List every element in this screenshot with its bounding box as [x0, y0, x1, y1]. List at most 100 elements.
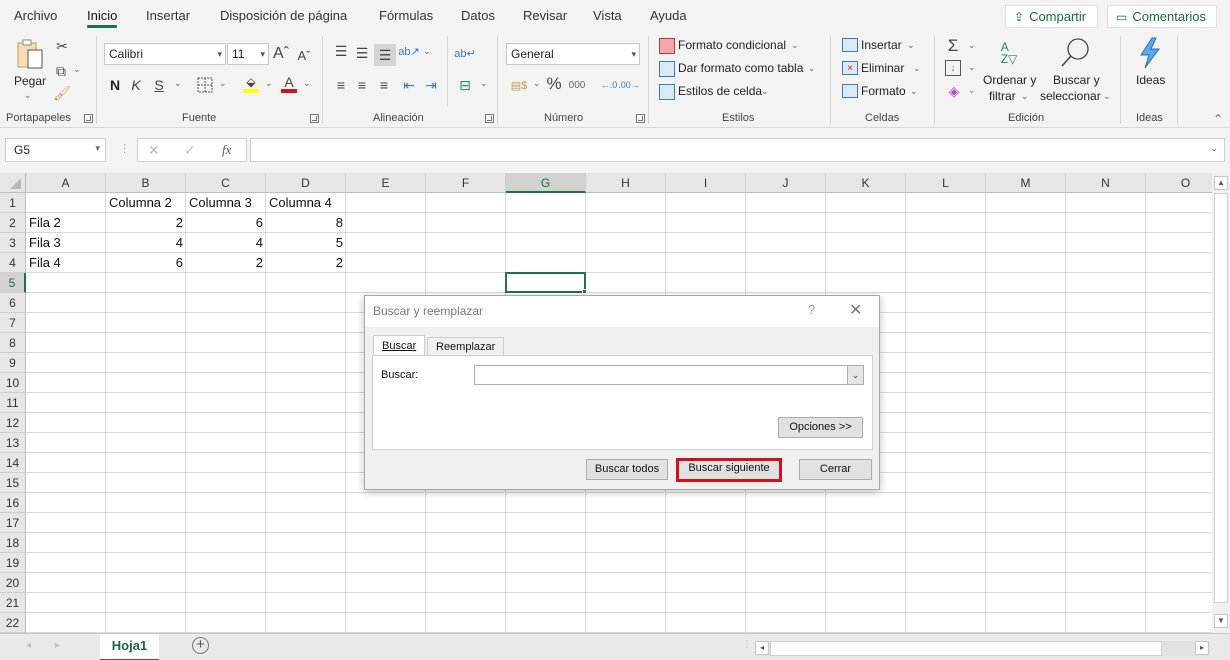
tab-revisar[interactable]: Revisar [523, 8, 567, 23]
align-left-icon[interactable]: ≡ [333, 76, 349, 94]
chevron-down-icon[interactable]: ⌄ [808, 63, 816, 74]
row-header-4[interactable]: 4 [0, 253, 26, 273]
accounting-chevron-icon[interactable]: ⌄ [533, 78, 541, 89]
row-header-14[interactable]: 14 [0, 453, 26, 473]
cell-C1[interactable]: Columna 3 [186, 193, 266, 213]
cell-A4[interactable]: Fila 4 [26, 253, 106, 273]
row-header-21[interactable]: 21 [0, 593, 26, 613]
collapse-ribbon-icon[interactable]: ⌃ [1213, 112, 1223, 126]
cell-B3[interactable]: 4 [106, 233, 186, 253]
column-header-I[interactable]: I [666, 173, 746, 193]
row-header-7[interactable]: 7 [0, 313, 26, 333]
italic-button[interactable]: K [128, 76, 144, 94]
column-header-G[interactable]: G [506, 173, 586, 193]
find-select-icon[interactable] [1058, 36, 1092, 70]
find-select-label-1[interactable]: Buscar y [1053, 73, 1100, 87]
column-header-M[interactable]: M [986, 173, 1066, 193]
font-size-combo[interactable]: 11 ▾ [227, 43, 269, 65]
cell-A2[interactable]: Fila 2 [26, 213, 106, 233]
find-next-button[interactable]: Buscar siguiente [676, 458, 782, 482]
insert-function-icon[interactable]: fx [222, 142, 231, 158]
find-input[interactable]: ⌄ [474, 365, 864, 385]
font-name-combo[interactable]: Calibri ▾ [104, 43, 226, 65]
fill-color-chevron-icon[interactable]: ⌄ [265, 78, 273, 89]
delete-cells-button[interactable]: Eliminar [861, 61, 904, 75]
row-header-6[interactable]: 6 [0, 293, 26, 313]
row-header-13[interactable]: 13 [0, 433, 26, 453]
chevron-down-icon[interactable]: ⌄ [1021, 91, 1029, 102]
align-middle-icon[interactable]: ☰ [354, 44, 370, 62]
share-button[interactable]: ⇪ Compartir [1005, 5, 1098, 28]
find-select-label-2[interactable]: seleccionar [1040, 89, 1101, 103]
row-header-20[interactable]: 20 [0, 573, 26, 593]
paste-icon[interactable] [14, 38, 46, 72]
column-header-D[interactable]: D [266, 173, 346, 193]
tab-archivo[interactable]: Archivo [14, 8, 57, 23]
font-color-chevron-icon[interactable]: ⌄ [303, 78, 311, 89]
align-bottom-icon[interactable]: ☰ [374, 44, 396, 66]
close-button[interactable]: Cerrar [799, 459, 872, 480]
sort-filter-icon[interactable]: A Z▽ [992, 38, 1026, 68]
chevron-down-icon[interactable]: ⌄ [968, 40, 976, 51]
row-header-2[interactable]: 2 [0, 213, 26, 233]
column-header-H[interactable]: H [586, 173, 666, 193]
accounting-format-icon[interactable]: ▤$ [508, 76, 530, 94]
align-right-icon[interactable]: ≡ [376, 76, 392, 94]
format-as-table-button[interactable]: Dar formato como tabla [678, 61, 803, 75]
fill-icon[interactable]: ↓ [945, 60, 961, 76]
row-header-16[interactable]: 16 [0, 493, 26, 513]
scroll-right-icon[interactable]: ▸ [1195, 641, 1209, 655]
format-painter-icon[interactable]: 🖌 [53, 84, 71, 102]
column-header-E[interactable]: E [346, 173, 426, 193]
chevron-down-icon[interactable]: ⌄ [791, 40, 799, 51]
bold-button[interactable]: N [107, 76, 123, 94]
comments-button[interactable]: ▭ Comentarios [1107, 5, 1217, 28]
column-header-O[interactable]: O [1146, 173, 1212, 193]
align-top-icon[interactable]: ☰ [333, 42, 349, 60]
row-header-1[interactable]: 1 [0, 193, 26, 213]
tab-inicio[interactable]: Inicio [87, 8, 118, 28]
copy-chevron-icon[interactable]: ⌄ [73, 64, 81, 75]
number-launcher-icon[interactable] [636, 114, 645, 123]
increase-decimal-icon[interactable]: ←.0 [600, 76, 618, 94]
wrap-text-icon[interactable]: ab↵ [454, 42, 475, 64]
borders-chevron-icon[interactable]: ⌄ [219, 78, 227, 89]
column-header-L[interactable]: L [906, 173, 986, 193]
underline-chevron-icon[interactable]: ⌄ [174, 78, 182, 89]
scroll-down-icon[interactable]: ▼ [1214, 614, 1228, 628]
sort-filter-label-1[interactable]: Ordenar y [983, 73, 1036, 87]
column-header-B[interactable]: B [106, 173, 186, 193]
row-header-17[interactable]: 17 [0, 513, 26, 533]
orientation-icon[interactable]: ab↗ [398, 42, 419, 60]
merge-center-icon[interactable]: ⊟ [455, 76, 475, 94]
chevron-down-icon[interactable]: ⌄ [1103, 91, 1111, 102]
increase-indent-icon[interactable]: ⇥ [422, 76, 440, 94]
merge-chevron-icon[interactable]: ⌄ [480, 78, 488, 89]
formula-input[interactable]: ⌄ [250, 138, 1225, 162]
find-history-chevron-icon[interactable]: ⌄ [847, 366, 863, 384]
ideas-button[interactable]: Ideas [1136, 73, 1165, 87]
tab-disposicion[interactable]: Disposición de página [220, 8, 347, 23]
cell-C3[interactable]: 4 [186, 233, 266, 253]
cancel-icon[interactable]: ✕ [148, 142, 160, 159]
cell-D4[interactable]: 2 [266, 253, 346, 273]
borders-icon[interactable] [196, 76, 214, 94]
row-header-3[interactable]: 3 [0, 233, 26, 253]
horizontal-scroll-thumb[interactable] [770, 641, 1162, 656]
tab-replace[interactable]: Reemplazar [427, 337, 505, 356]
cell-C4[interactable]: 2 [186, 253, 266, 273]
options-button[interactable]: Opciones >> [778, 417, 863, 438]
tab-ayuda[interactable]: Ayuda [650, 8, 687, 23]
active-cell-selection[interactable] [505, 272, 586, 293]
clipboard-launcher-icon[interactable] [84, 114, 93, 123]
name-box[interactable]: G5 ▾ [5, 138, 106, 162]
tab-split-handle[interactable]: ⋮ [742, 639, 752, 650]
add-sheet-icon[interactable]: + [192, 637, 209, 654]
orientation-chevron-icon[interactable]: ⌄ [423, 46, 431, 57]
autosum-icon[interactable]: Σ [944, 36, 962, 56]
column-header-F[interactable]: F [426, 173, 506, 193]
expand-formula-icon[interactable]: ⌄ [1210, 143, 1218, 154]
row-header-22[interactable]: 22 [0, 613, 26, 633]
help-icon[interactable]: ? [808, 302, 815, 317]
chevron-down-icon[interactable]: ⌄ [968, 62, 976, 73]
